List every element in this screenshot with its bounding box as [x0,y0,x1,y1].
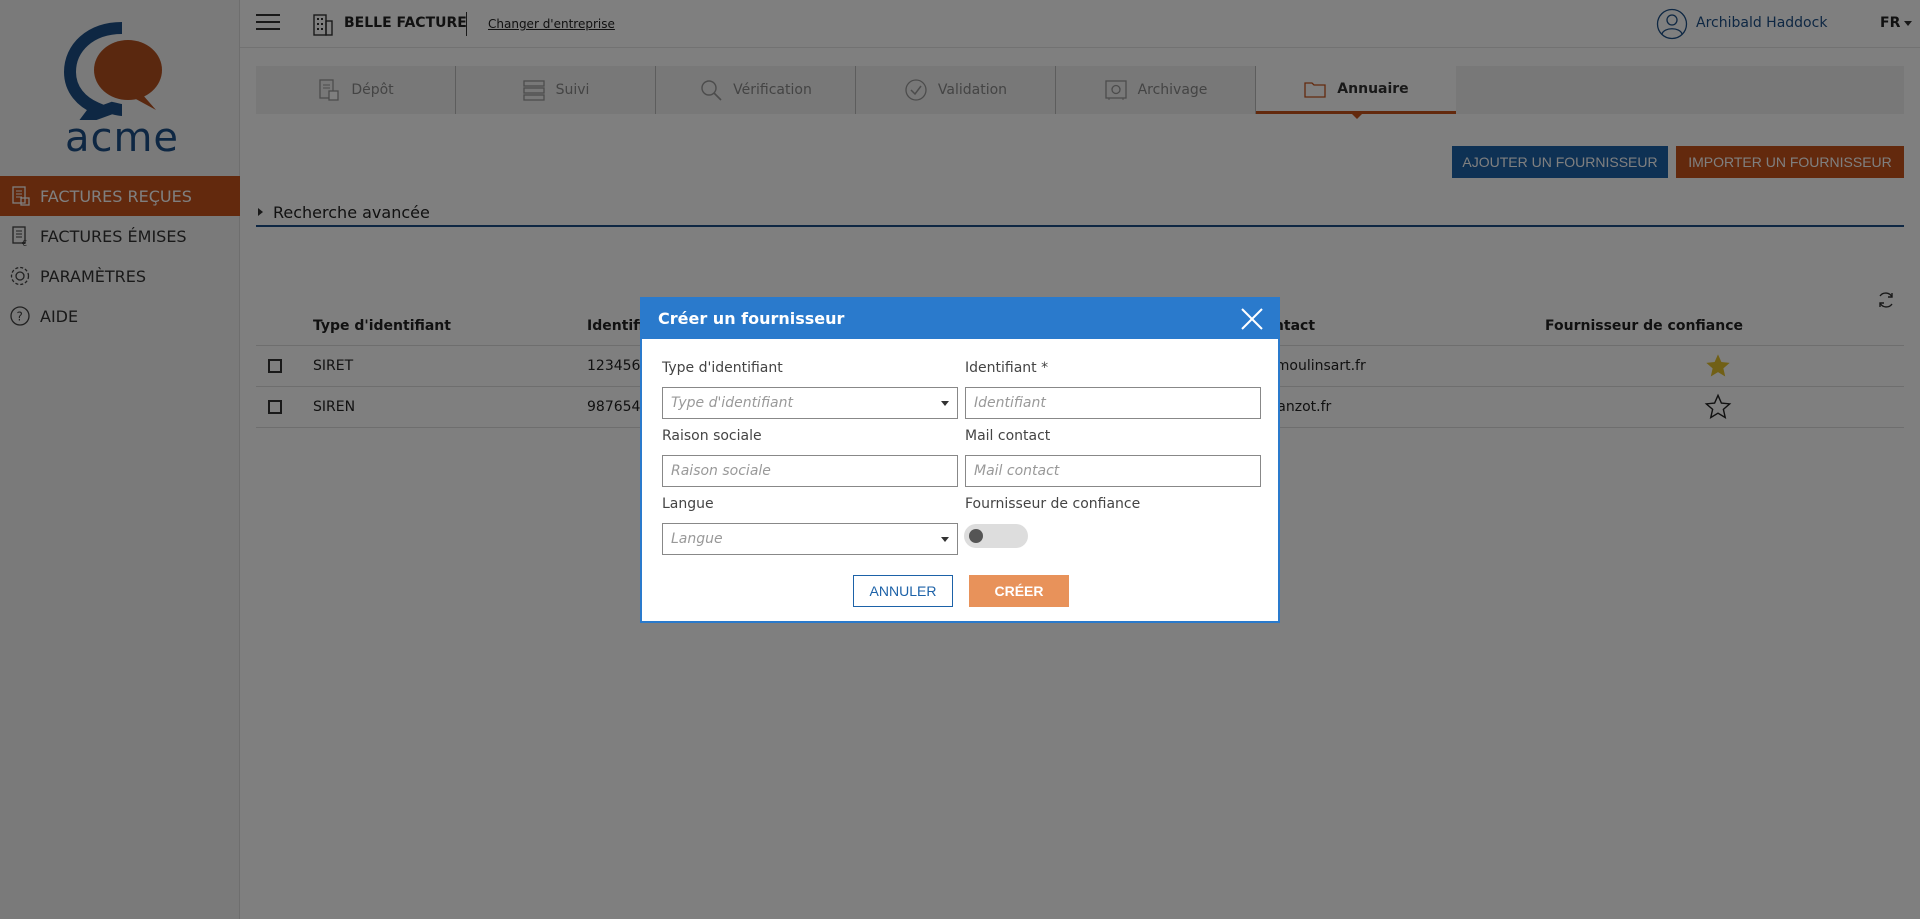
toggle-knob [969,529,983,543]
name-label: Raison sociale [662,428,762,444]
mail-label: Mail contact [965,428,1051,444]
create-supplier-dialog: Créer un fournisseur Type d'identifiant … [640,297,1280,623]
lang-label: Langue [662,496,714,512]
type-label: Type d'identifiant [662,360,783,376]
cancel-button[interactable]: ANNULER [853,575,953,607]
lang-select[interactable]: Langue [662,523,958,555]
close-icon[interactable] [1238,305,1266,333]
ident-placeholder: Identifiant [974,395,1046,411]
name-placeholder: Raison sociale [671,463,771,479]
lang-placeholder: Langue [671,531,723,547]
name-input[interactable]: Raison sociale [662,455,958,487]
dialog-header: Créer un fournisseur [642,299,1278,339]
type-placeholder: Type d'identifiant [671,395,793,411]
trust-label: Fournisseur de confiance [965,496,1141,512]
chevron-down-icon [941,401,949,406]
mail-input[interactable]: Mail contact [965,455,1261,487]
type-select[interactable]: Type d'identifiant [662,387,958,419]
dialog-title: Créer un fournisseur [658,309,845,328]
ident-label: Identifiant * [965,360,1049,376]
chevron-down-icon [941,537,949,542]
ident-input[interactable]: Identifiant [965,387,1261,419]
create-button[interactable]: CRÉER [969,575,1069,607]
mail-placeholder: Mail contact [974,463,1060,479]
trusted-supplier-toggle[interactable] [964,524,1028,548]
